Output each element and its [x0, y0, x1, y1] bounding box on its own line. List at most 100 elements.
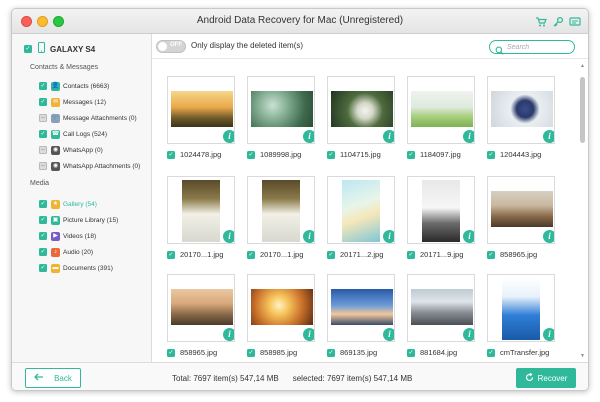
sidebar-item-checkbox[interactable]: ✓ — [39, 200, 47, 208]
thumbnail-image — [171, 289, 233, 325]
file-checkbox[interactable]: ✓ — [247, 348, 255, 357]
file-name: 858965.jpg — [180, 348, 218, 357]
toggle-knob — [158, 42, 167, 51]
info-icon[interactable]: i — [543, 230, 554, 243]
file-thumbnail[interactable]: i — [327, 274, 395, 342]
thumbnail-image — [331, 91, 393, 127]
sidebar-item[interactable]: ✓ ▣ Picture Library (15) — [39, 214, 118, 226]
file-thumbnail[interactable]: i — [167, 176, 235, 244]
recover-button[interactable]: Recover — [516, 368, 576, 388]
file-name: 881684.jpg — [420, 348, 458, 357]
sidebar-item[interactable]: – ◉ WhatsApp (0) — [39, 144, 103, 156]
file-caption: ✓ 1024478.jpg — [167, 150, 247, 159]
info-icon[interactable]: i — [223, 130, 234, 143]
sidebar-item[interactable]: – 📎 Message Attachments (0) — [39, 112, 137, 124]
sidebar-item-checkbox[interactable]: ✓ — [39, 130, 47, 138]
sidebar-item-checkbox[interactable]: ✓ — [39, 216, 47, 224]
file-thumbnail[interactable]: i — [487, 76, 555, 144]
file-checkbox[interactable]: ✓ — [327, 250, 335, 259]
sidebar-item-label: Messages (12) — [63, 98, 106, 106]
search-input[interactable] — [507, 42, 569, 52]
file-thumbnail[interactable]: i — [407, 76, 475, 144]
thumbnail-image — [411, 289, 473, 325]
scroll-up-arrow[interactable]: ▲ — [580, 63, 585, 69]
info-icon[interactable]: i — [463, 130, 474, 143]
info-icon[interactable]: i — [543, 328, 554, 341]
file-thumbnail[interactable]: i — [247, 274, 315, 342]
sidebar-item[interactable]: ✓ ▶ Videos (18) — [39, 230, 96, 242]
cart-icon[interactable] — [535, 16, 547, 28]
titlebar: Android Data Recovery for Mac (Unregiste… — [12, 9, 588, 34]
info-icon[interactable]: i — [543, 130, 554, 143]
file-thumbnail[interactable]: i — [247, 176, 315, 244]
file-checkbox[interactable]: ✓ — [407, 250, 415, 259]
messages-icon: ✉ — [51, 97, 60, 107]
deleted-only-label: Only display the deleted item(s) — [191, 41, 304, 50]
file-thumbnail[interactable]: i — [407, 274, 475, 342]
info-icon[interactable]: i — [303, 328, 314, 341]
sidebar-item-checkbox[interactable]: – — [39, 162, 47, 170]
deleted-only-toggle[interactable]: OFF — [156, 40, 186, 53]
file-checkbox[interactable]: ✓ — [167, 250, 175, 259]
file-thumbnail[interactable]: i — [487, 176, 555, 244]
file-thumbnail[interactable]: i — [407, 176, 475, 244]
file-checkbox[interactable]: ✓ — [487, 150, 495, 159]
file-checkbox[interactable]: ✓ — [327, 150, 335, 159]
sidebar-item-checkbox[interactable]: – — [39, 114, 47, 122]
file-thumbnail[interactable]: i — [167, 76, 235, 144]
sidebar-item[interactable]: ✓ ✉ Messages (12) — [39, 96, 106, 108]
info-icon[interactable]: i — [383, 130, 394, 143]
info-icon[interactable]: i — [383, 328, 394, 341]
window-title: Android Data Recovery for Mac (Unregiste… — [196, 15, 404, 26]
sidebar-item-checkbox[interactable]: ✓ — [39, 248, 47, 256]
file-checkbox[interactable]: ✓ — [407, 348, 415, 357]
file-thumbnail[interactable]: i — [167, 274, 235, 342]
file-thumbnail[interactable]: i — [247, 76, 315, 144]
back-label: Back — [54, 373, 72, 383]
back-button[interactable]: Back — [25, 368, 81, 388]
sidebar-item[interactable]: ✓ ☎ Call Logs (524) — [39, 128, 107, 140]
sidebar-item-checkbox[interactable]: – — [39, 146, 47, 154]
device-row[interactable]: ✓ GALAXY S4 — [24, 42, 95, 56]
file-checkbox[interactable]: ✓ — [167, 150, 175, 159]
file-checkbox[interactable]: ✓ — [407, 150, 415, 159]
info-icon[interactable]: i — [303, 230, 314, 243]
file-caption: ✓ 1184097.jpg — [407, 150, 487, 159]
sidebar-item-checkbox[interactable]: ✓ — [39, 232, 47, 240]
file-thumbnail[interactable]: i — [487, 274, 555, 342]
file-checkbox[interactable]: ✓ — [487, 348, 495, 357]
info-icon[interactable]: i — [223, 328, 234, 341]
file-checkbox[interactable]: ✓ — [487, 250, 495, 259]
sidebar-item-checkbox[interactable]: ✓ — [39, 264, 47, 272]
file-thumbnail[interactable]: i — [327, 76, 395, 144]
sidebar-item[interactable]: ✓ ♪ Audio (20) — [39, 246, 93, 258]
sidebar-item[interactable]: ✓ ▬ Documents (391) — [39, 262, 113, 274]
scroll-thumb[interactable] — [580, 77, 585, 143]
file-checkbox[interactable]: ✓ — [327, 348, 335, 357]
thumbnail-image — [262, 180, 300, 242]
file-checkbox[interactable]: ✓ — [247, 150, 255, 159]
feedback-icon[interactable] — [569, 16, 581, 28]
device-checkbox[interactable]: ✓ — [24, 45, 32, 53]
scroll-down-arrow[interactable]: ▼ — [580, 353, 585, 359]
grid-scrollbar[interactable]: ▲ ▼ — [580, 63, 585, 359]
sidebar-item[interactable]: ✓ 👤 Contacts (6663) — [39, 80, 109, 92]
sidebar-item[interactable]: ✓ ★ Gallery (54) — [39, 198, 97, 210]
file-grid: i ✓ 1024478.jpg i ✓ 1089998.jpg i ✓ 1104715.jpg i… — [152, 60, 580, 362]
info-icon[interactable]: i — [303, 130, 314, 143]
gallery-icon: ★ — [51, 199, 60, 209]
sidebar-item[interactable]: – ◉ WhatsApp Attachments (0) — [39, 160, 140, 172]
info-icon[interactable]: i — [223, 230, 234, 243]
search-box[interactable] — [489, 40, 575, 55]
file-caption: ✓ 1104715.jpg — [327, 150, 407, 159]
audio-icon: ♪ — [51, 247, 60, 257]
file-thumbnail[interactable]: i — [327, 176, 395, 244]
file-checkbox[interactable]: ✓ — [167, 348, 175, 357]
sidebar-item-checkbox[interactable]: ✓ — [39, 98, 47, 106]
key-icon[interactable] — [552, 16, 564, 28]
sidebar-item-checkbox[interactable]: ✓ — [39, 82, 47, 90]
file-checkbox[interactable]: ✓ — [247, 250, 255, 259]
info-icon[interactable]: i — [383, 230, 394, 243]
info-icon[interactable]: i — [463, 230, 474, 243]
info-icon[interactable]: i — [463, 328, 474, 341]
